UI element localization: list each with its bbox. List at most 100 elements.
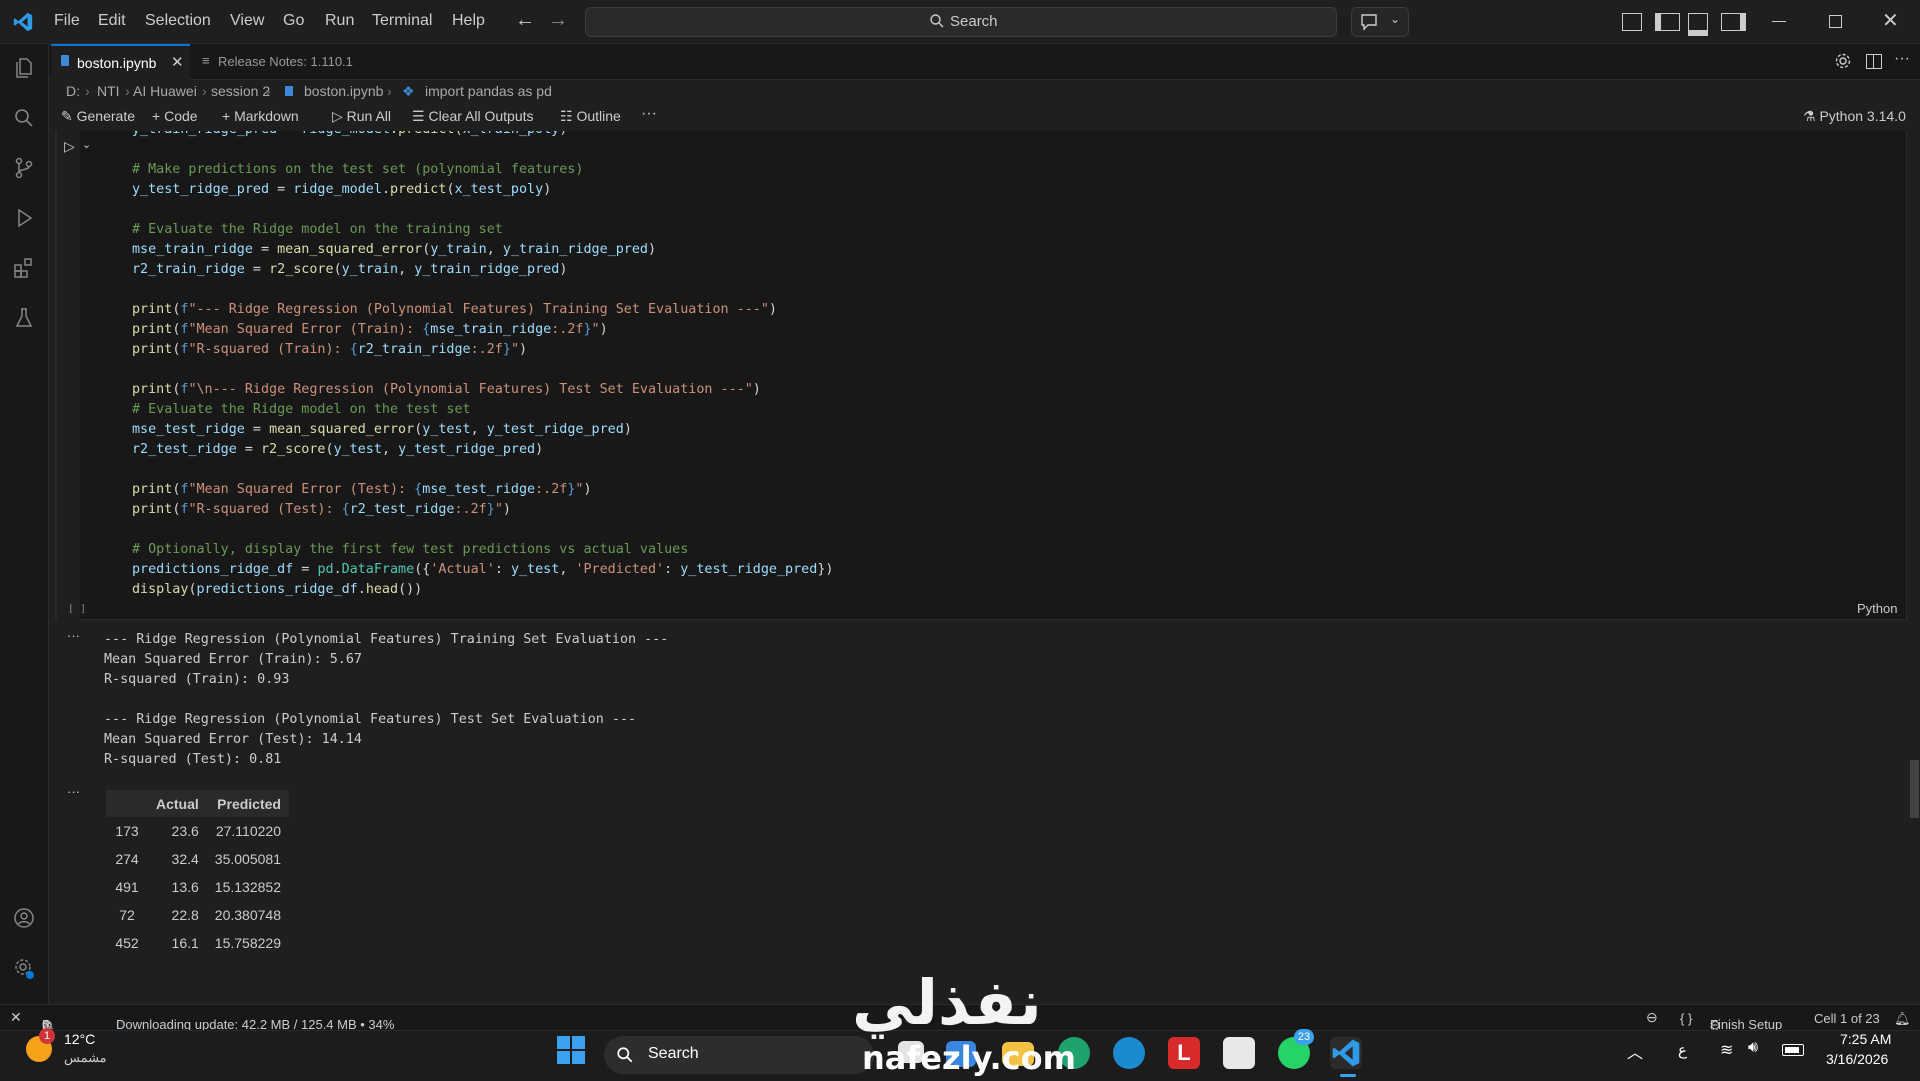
breadcrumb-item[interactable]: boston.ipynb bbox=[304, 83, 383, 99]
breadcrumb-item[interactable]: D: bbox=[66, 83, 80, 99]
toolbar-more-icon[interactable]: ··· bbox=[641, 105, 657, 123]
restore-icon[interactable] bbox=[1829, 15, 1842, 28]
run-options-chevron-icon[interactable]: ⌄ bbox=[82, 138, 91, 151]
zoom-out-icon[interactable]: ⊖ bbox=[1646, 1009, 1658, 1026]
code-line[interactable]: # Evaluate the Ridge model on the test s… bbox=[132, 402, 471, 417]
code-line[interactable]: print(f"R-squared (Test): {r2_test_ridge… bbox=[132, 502, 511, 517]
breadcrumb-item[interactable]: NTI bbox=[97, 83, 120, 99]
code-line[interactable]: # Evaluate the Ridge model on the traini… bbox=[132, 222, 503, 237]
toggle-panel-icon[interactable] bbox=[1688, 13, 1708, 36]
menu-file[interactable]: File bbox=[54, 12, 80, 30]
microsoft-store-icon[interactable] bbox=[1223, 1037, 1255, 1069]
code-line[interactable]: mse_test_ridge = mean_squared_error(y_te… bbox=[132, 422, 632, 437]
back-arrow-icon[interactable]: ← bbox=[515, 9, 535, 32]
copilot-button[interactable]: ⌄ bbox=[1351, 7, 1409, 37]
breadcrumb-item[interactable]: AI Huawei bbox=[133, 83, 197, 99]
clock-time[interactable]: 7:25 AM bbox=[1840, 1031, 1891, 1047]
toggle-secondary-sidebar-icon[interactable] bbox=[1721, 13, 1746, 31]
code-line[interactable]: y_test_ridge_pred = ridge_model.predict(… bbox=[132, 182, 551, 197]
code-line[interactable]: # Optionally, display the first few test… bbox=[132, 542, 688, 557]
lenovo-app-icon[interactable]: L bbox=[1168, 1037, 1200, 1069]
extensions-icon[interactable] bbox=[12, 256, 36, 280]
code-line[interactable]: print(f"Mean Squared Error (Test): {mse_… bbox=[132, 482, 592, 497]
vscode-taskbar-icon[interactable] bbox=[1330, 1037, 1362, 1069]
output-more-icon[interactable]: ··· bbox=[67, 628, 80, 643]
input-language-indicator[interactable]: ع bbox=[1678, 1041, 1687, 1059]
row-index-cell: 452 bbox=[115, 935, 139, 951]
sparkle-icon: ✎ bbox=[61, 108, 77, 124]
source-control-icon[interactable] bbox=[12, 156, 36, 180]
minimize-icon[interactable] bbox=[1772, 21, 1786, 22]
vscode-logo-icon[interactable] bbox=[12, 11, 34, 33]
customize-layout-icon[interactable] bbox=[1622, 13, 1642, 31]
taskbar-search-label: Search bbox=[648, 1045, 699, 1062]
search-view-icon[interactable] bbox=[12, 106, 36, 130]
notifications-bell-icon[interactable]: 🔔︎ bbox=[1894, 1011, 1911, 1027]
settings-gear-icon[interactable] bbox=[1834, 52, 1852, 70]
editor-scrollbar-thumb[interactable] bbox=[1910, 760, 1919, 818]
menu-help[interactable]: Help bbox=[452, 12, 485, 30]
search-icon bbox=[930, 14, 944, 28]
tab-boston-notebook[interactable]: boston.ipynb ✕ bbox=[51, 44, 190, 81]
accounts-icon[interactable] bbox=[12, 906, 36, 930]
code-line[interactable]: print(f"R-squared (Train): {r2_train_rid… bbox=[132, 342, 527, 357]
close-tab-icon[interactable]: ✕ bbox=[171, 53, 184, 71]
windows-start-icon[interactable] bbox=[557, 1036, 585, 1064]
menu-view[interactable]: View bbox=[230, 12, 264, 30]
testing-flask-icon[interactable] bbox=[12, 306, 36, 330]
code-cell-icon: ❖ bbox=[402, 83, 415, 99]
table-cell: 27.110220 bbox=[215, 823, 281, 839]
outline-button[interactable]: ☷ Outline bbox=[560, 108, 621, 125]
edge-browser-icon[interactable] bbox=[1113, 1037, 1145, 1069]
menu-terminal[interactable]: Terminal bbox=[372, 12, 432, 30]
manage-gear-icon[interactable] bbox=[12, 956, 36, 980]
run-debug-icon[interactable] bbox=[12, 206, 36, 230]
menu-edit[interactable]: Edit bbox=[98, 12, 126, 30]
forward-arrow-icon[interactable]: → bbox=[548, 9, 568, 32]
code-line[interactable]: # Make predictions on the test set (poly… bbox=[132, 162, 583, 177]
output-line: --- Ridge Regression (Polynomial Feature… bbox=[104, 712, 637, 727]
breadcrumb-item[interactable]: session 2 bbox=[211, 83, 270, 99]
remote-icon[interactable]: ✕ bbox=[10, 1009, 22, 1026]
kernel-picker[interactable]: ⚗ Python 3.14.0 bbox=[1803, 108, 1906, 125]
cell-position[interactable]: Cell 1 of 23 bbox=[1814, 1011, 1880, 1026]
show-hidden-icons-chevron[interactable]: ︿ bbox=[1627, 1039, 1643, 1063]
clock-date[interactable]: 3/16/2026 bbox=[1826, 1051, 1888, 1067]
watermark-arabic: نفذلي bbox=[852, 966, 1042, 1039]
add-markdown-button[interactable]: + Markdown bbox=[222, 108, 299, 124]
weather-description[interactable]: مشمس bbox=[64, 1050, 107, 1066]
menu-run[interactable]: Run bbox=[325, 12, 354, 30]
weather-temperature[interactable]: 12°C bbox=[64, 1031, 95, 1047]
wifi-icon[interactable]: ≋ bbox=[1720, 1040, 1733, 1060]
braces-status[interactable]: { } bbox=[1680, 1011, 1692, 1026]
clear-outputs-icon: ☰ bbox=[412, 108, 429, 124]
menu-go[interactable]: Go bbox=[283, 12, 304, 30]
split-editor-icon[interactable] bbox=[1866, 54, 1882, 69]
clear-all-outputs-button[interactable]: ☰ Clear All Outputs bbox=[412, 108, 534, 125]
close-window-icon[interactable]: ✕ bbox=[1882, 8, 1899, 33]
output-more-icon[interactable]: ··· bbox=[67, 784, 80, 799]
toggle-primary-sidebar-icon[interactable] bbox=[1655, 13, 1680, 31]
explorer-icon[interactable] bbox=[12, 56, 36, 80]
more-actions-icon[interactable]: ··· bbox=[1894, 50, 1910, 68]
run-all-button[interactable]: ▷ Run All bbox=[332, 108, 391, 125]
code-line[interactable]: mse_train_ridge = mean_squared_error(y_t… bbox=[132, 242, 656, 257]
code-line[interactable]: r2_train_ridge = r2_score(y_train, y_tra… bbox=[132, 262, 567, 277]
code-line[interactable]: r2_test_ridge = r2_score(y_test, y_test_… bbox=[132, 442, 543, 457]
menu-selection[interactable]: Selection bbox=[145, 12, 211, 30]
cell-language-label[interactable]: Python bbox=[1857, 601, 1897, 616]
tab-release-notes[interactable]: ≡ Release Notes: 1.110.1 bbox=[192, 44, 362, 79]
generate-button[interactable]: ✎ Generate bbox=[61, 108, 135, 125]
code-line[interactable]: print(f"Mean Squared Error (Train): {mse… bbox=[132, 322, 608, 337]
taskbar-search-box[interactable]: Search bbox=[604, 1036, 874, 1074]
volume-icon[interactable]: 🔊︎ bbox=[1748, 1039, 1758, 1057]
add-code-button[interactable]: + Code bbox=[152, 108, 198, 124]
battery-icon[interactable] bbox=[1782, 1044, 1804, 1056]
code-line[interactable]: predictions_ridge_df = pd.DataFrame({'Ac… bbox=[132, 562, 833, 577]
command-search-box[interactable]: Search bbox=[585, 7, 1337, 37]
code-line[interactable]: print(f"\n--- Ridge Regression (Polynomi… bbox=[132, 382, 761, 397]
code-line[interactable]: print(f"--- Ridge Regression (Polynomial… bbox=[132, 302, 777, 317]
breadcrumb-item[interactable]: import pandas as pd bbox=[425, 83, 552, 99]
run-cell-icon[interactable]: ▷ bbox=[64, 138, 75, 155]
code-line[interactable]: display(predictions_ridge_df.head()) bbox=[132, 582, 422, 597]
